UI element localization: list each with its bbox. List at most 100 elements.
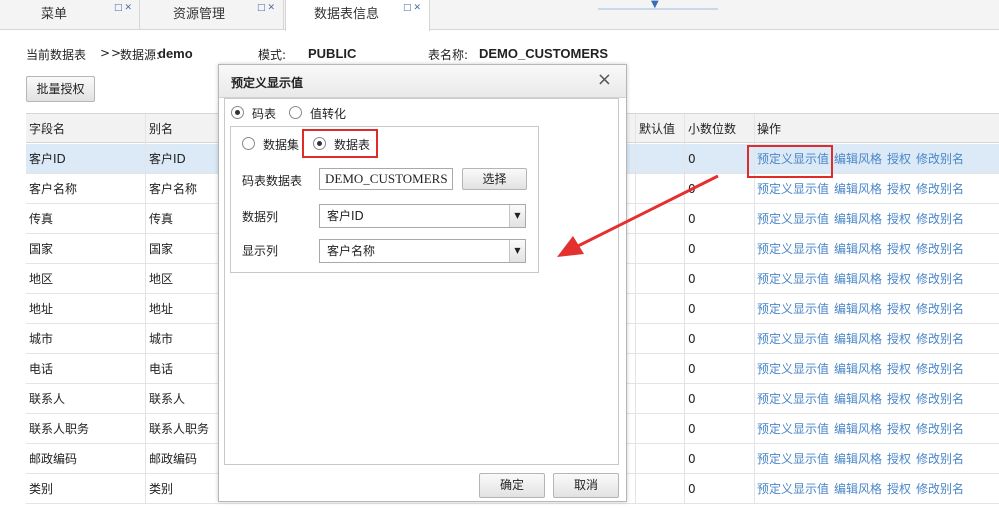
field-name-cell: 联系人职务	[26, 414, 146, 444]
grant-link[interactable]: 授权	[887, 482, 911, 496]
predefined-display-link[interactable]: 预定义显示值	[757, 392, 829, 406]
operations-cell: 预定义显示值 编辑风格 授权 修改别名	[755, 324, 999, 354]
display-column-value: 客户名称	[327, 244, 376, 258]
edit-alias-link[interactable]: 修改别名	[916, 332, 964, 346]
cancel-button[interactable]: 取消	[553, 473, 619, 498]
operations-cell: 预定义显示值 编辑风格 授权 修改别名	[755, 444, 999, 474]
restore-icon[interactable]: □	[114, 3, 123, 13]
radio-value-convert[interactable]	[289, 106, 302, 119]
ok-button[interactable]: 确定	[479, 473, 545, 498]
restore-icon[interactable]: □	[403, 3, 412, 13]
grant-link[interactable]: 授权	[887, 212, 911, 226]
edit-style-link[interactable]: 编辑风格	[834, 332, 882, 346]
grant-link[interactable]: 授权	[887, 392, 911, 406]
display-column-select[interactable]: 客户名称 ▼	[319, 239, 526, 263]
predefined-display-link[interactable]: 预定义显示值	[757, 332, 829, 346]
grant-link[interactable]: 授权	[887, 242, 911, 256]
tab-table-info[interactable]: 数据表信息 □ ✕	[285, 0, 430, 31]
edit-style-link[interactable]: 编辑风格	[834, 422, 882, 436]
decimals-cell: 0	[685, 294, 755, 324]
edit-alias-link[interactable]: 修改别名	[916, 182, 964, 196]
radio-dataset[interactable]	[242, 137, 255, 150]
chevron-down-icon[interactable]: ▼	[509, 205, 525, 227]
predefined-display-link[interactable]: 预定义显示值	[757, 452, 829, 466]
edit-style-link[interactable]: 编辑风格	[834, 182, 882, 196]
code-table-input[interactable]: DEMO_CUSTOMERS	[319, 168, 453, 190]
predefined-display-link[interactable]: 预定义显示值	[757, 272, 829, 286]
collapse-arrow-icon[interactable]: ▼	[651, 0, 659, 10]
batch-grant-button[interactable]: 批量授权	[26, 76, 95, 102]
default-cell	[635, 414, 685, 444]
edit-alias-link[interactable]: 修改别名	[916, 422, 964, 436]
decimals-cell: 0	[685, 174, 755, 204]
close-icon[interactable]: ×	[597, 71, 612, 89]
edit-style-link[interactable]: 编辑风格	[834, 212, 882, 226]
edit-alias-link[interactable]: 修改别名	[916, 452, 964, 466]
display-column-label: 显示列	[242, 244, 279, 258]
predefined-display-link[interactable]: 预定义显示值	[757, 422, 829, 436]
edit-style-link[interactable]: 编辑风格	[834, 482, 882, 496]
edit-alias-link[interactable]: 修改别名	[916, 272, 964, 286]
radio-code-table[interactable]	[231, 106, 244, 119]
current-table-label: 当前数据表	[26, 48, 87, 62]
header-default: 默认值	[635, 114, 685, 144]
default-cell	[635, 384, 685, 414]
chevron-down-icon[interactable]: ▼	[509, 240, 525, 262]
data-column-select[interactable]: 客户ID ▼	[319, 204, 526, 228]
table-name-label: 表名称:	[428, 48, 469, 62]
table-name-value: DEMO_CUSTOMERS	[479, 46, 609, 61]
edit-alias-link[interactable]: 修改别名	[916, 482, 964, 496]
tab-resource-management[interactable]: 资源管理 □ ✕	[141, 0, 284, 30]
mode-label: 模式:	[258, 48, 287, 62]
data-column-label: 数据列	[242, 210, 279, 224]
close-icon[interactable]: ✕	[414, 3, 422, 13]
restore-icon[interactable]: □	[257, 3, 266, 13]
operations-cell: 预定义显示值 编辑风格 授权 修改别名	[755, 174, 999, 204]
default-cell	[635, 324, 685, 354]
edit-alias-link[interactable]: 修改别名	[916, 242, 964, 256]
edit-alias-link[interactable]: 修改别名	[916, 152, 964, 166]
choose-button[interactable]: 选择	[462, 168, 527, 190]
close-icon[interactable]: ✕	[268, 3, 276, 13]
header-operations: 操作	[757, 122, 782, 136]
field-name-cell: 地区	[26, 264, 146, 294]
edit-style-link[interactable]: 编辑风格	[834, 152, 882, 166]
edit-style-link[interactable]: 编辑风格	[834, 242, 882, 256]
radio-datatable[interactable]	[313, 137, 326, 150]
predefined-display-link[interactable]: 预定义显示值	[757, 362, 829, 376]
tab-controls: □ ✕	[255, 2, 275, 14]
grant-link[interactable]: 授权	[887, 302, 911, 316]
header-decimals: 小数位数	[685, 114, 755, 144]
edit-alias-link[interactable]: 修改别名	[916, 212, 964, 226]
edit-style-link[interactable]: 编辑风格	[834, 392, 882, 406]
operations-cell: 预定义显示值 编辑风格 授权 修改别名	[755, 354, 999, 384]
edit-alias-link[interactable]: 修改别名	[916, 302, 964, 316]
edit-style-link[interactable]: 编辑风格	[834, 272, 882, 286]
grant-link[interactable]: 授权	[887, 272, 911, 286]
decimals-cell: 0	[685, 354, 755, 384]
field-name-cell: 类别	[26, 474, 146, 504]
predefined-display-link[interactable]: 预定义显示值	[757, 302, 829, 316]
edit-style-link[interactable]: 编辑风格	[834, 362, 882, 376]
grant-link[interactable]: 授权	[887, 332, 911, 346]
grant-link[interactable]: 授权	[887, 182, 911, 196]
predefined-display-link[interactable]: 预定义显示值	[757, 212, 829, 226]
grant-link[interactable]: 授权	[887, 422, 911, 436]
edit-alias-link[interactable]: 修改别名	[916, 362, 964, 376]
predefined-display-link[interactable]: 预定义显示值	[757, 242, 829, 256]
grant-link[interactable]: 授权	[887, 362, 911, 376]
close-icon[interactable]: ✕	[125, 3, 133, 13]
radio-datatable-label: 数据表	[334, 138, 371, 152]
predefined-display-link[interactable]: 预定义显示值	[757, 182, 829, 196]
decimals-cell: 0	[685, 384, 755, 414]
edit-style-link[interactable]: 编辑风格	[834, 452, 882, 466]
grant-link[interactable]: 授权	[887, 452, 911, 466]
predefined-display-link[interactable]: 预定义显示值	[757, 482, 829, 496]
edit-style-link[interactable]: 编辑风格	[834, 302, 882, 316]
header-field-name: 字段名	[26, 114, 146, 144]
tab-menu[interactable]: 菜单 □ ✕	[0, 0, 140, 30]
grant-link[interactable]: 授权	[887, 152, 911, 166]
field-name-cell: 国家	[26, 234, 146, 264]
edit-alias-link[interactable]: 修改别名	[916, 392, 964, 406]
operations-cell: 预定义显示值 编辑风格 授权 修改别名	[755, 474, 999, 504]
